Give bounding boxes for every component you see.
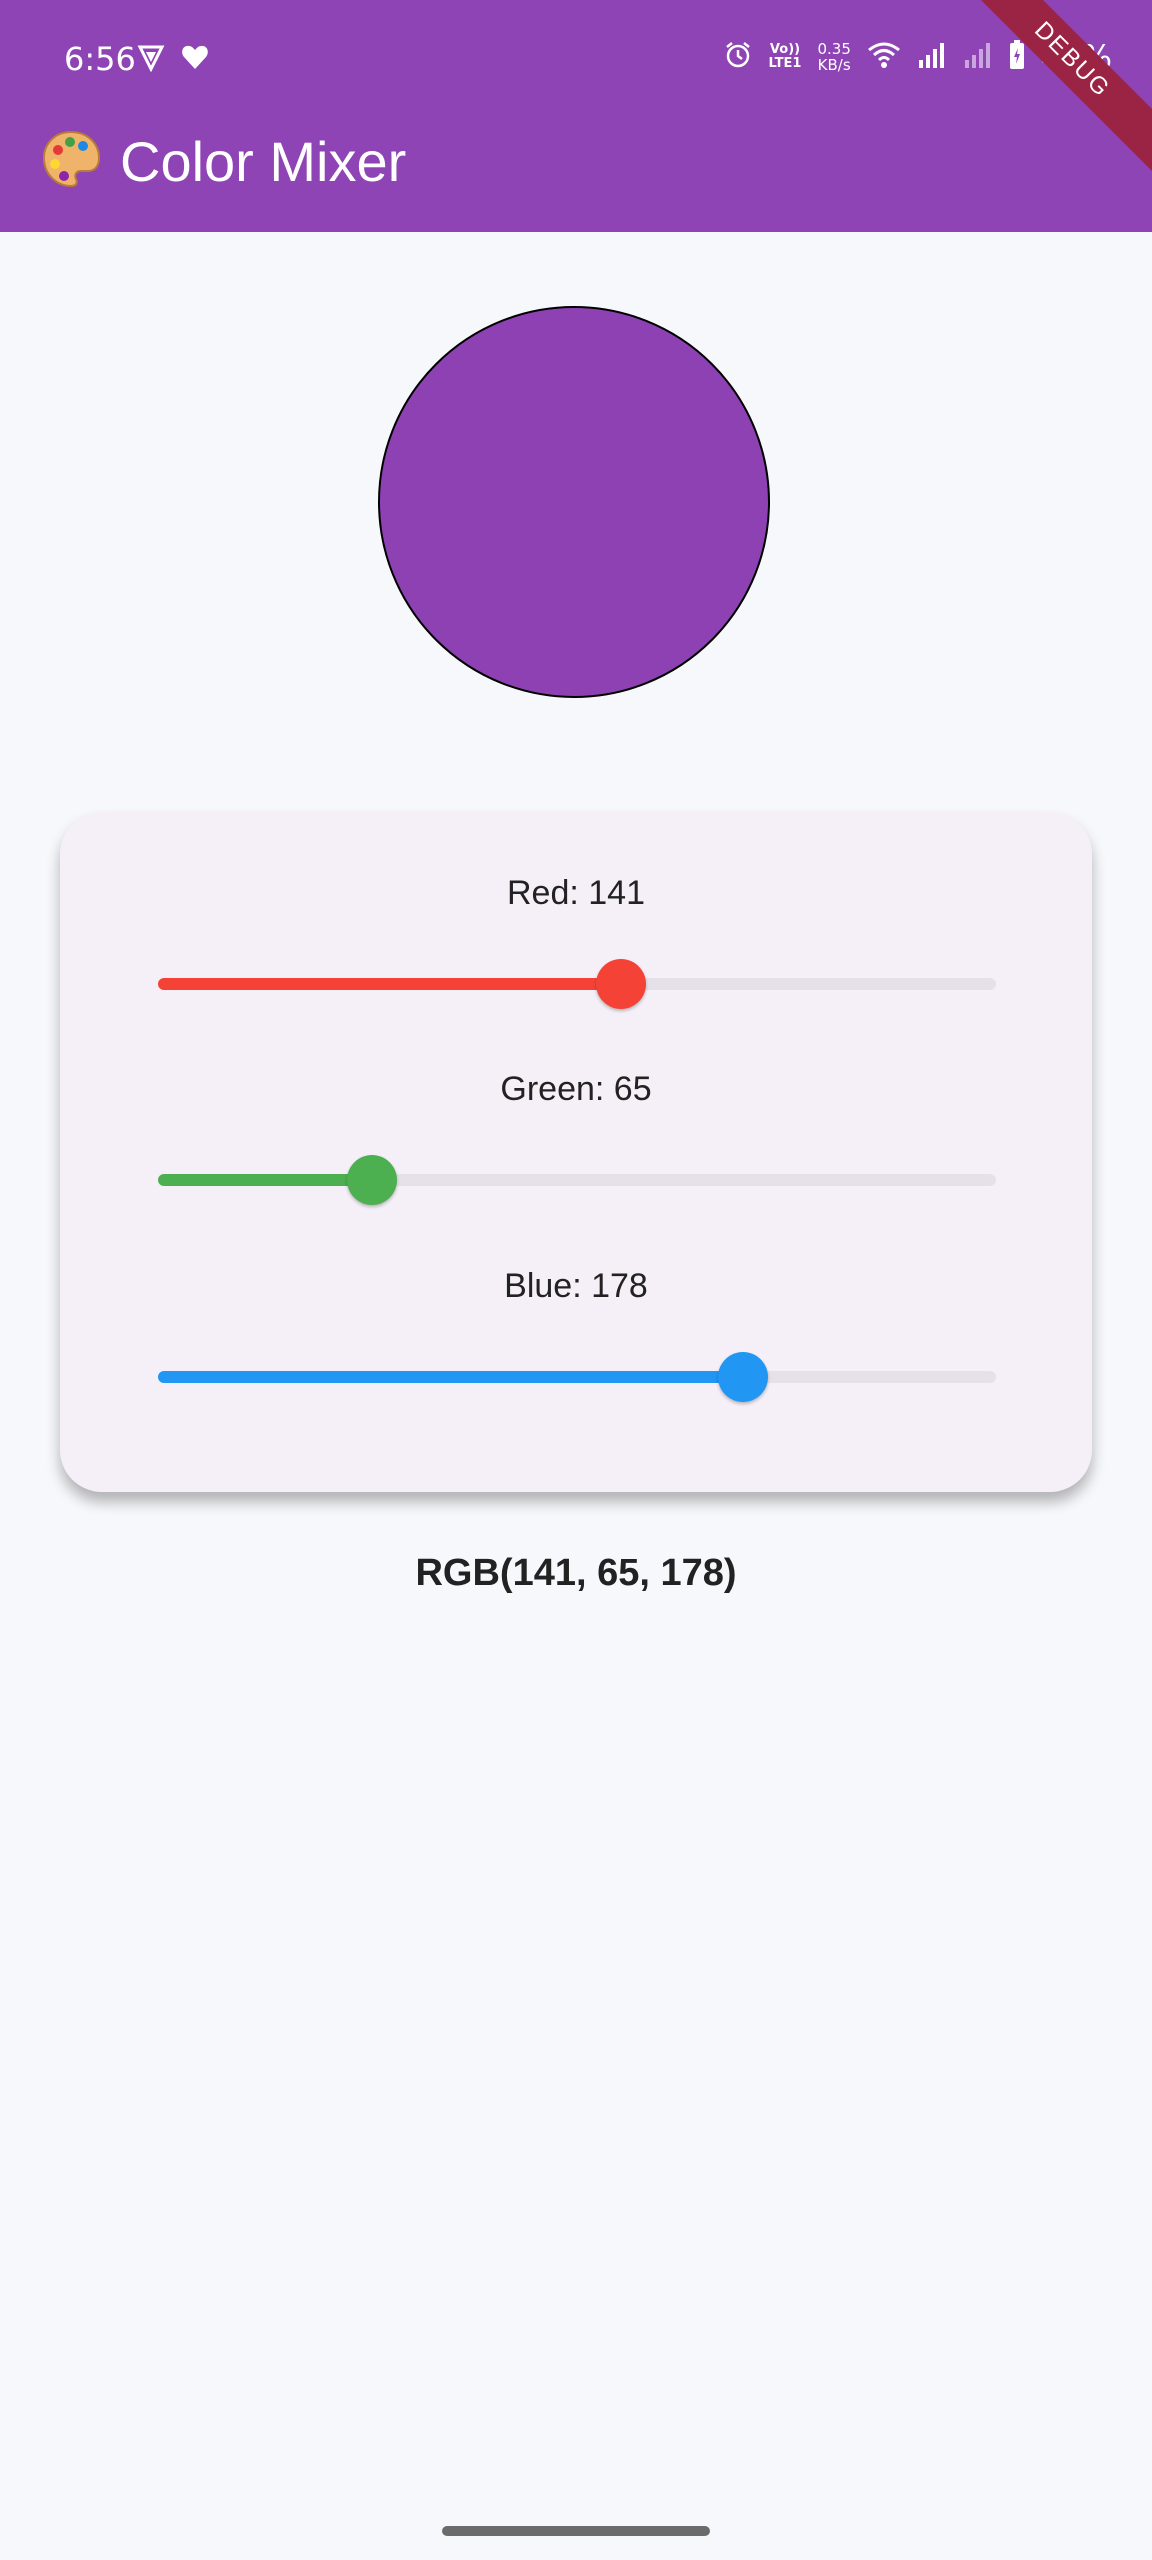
rgb-readout: RGB(141, 65, 178)	[415, 1552, 737, 1594]
heart-icon	[180, 42, 210, 76]
green-slider-label: Green: 65	[500, 1070, 652, 1108]
slider-card: Red: 141 Green: 65 Blue: 178	[60, 812, 1092, 1492]
volte-bottom-text: LTE1	[768, 56, 802, 71]
battery-icon	[1009, 40, 1025, 74]
alarm-icon	[723, 40, 753, 74]
network-speed-unit: KB/s	[817, 56, 851, 74]
green-slider-thumb[interactable]	[346, 1155, 397, 1205]
network-speed-value: 0.35	[817, 40, 851, 58]
blue-slider-thumb[interactable]	[717, 1352, 768, 1402]
vpn-shield-icon	[136, 42, 166, 76]
blue-slider[interactable]	[158, 1352, 996, 1402]
debug-banner: DEBUG	[950, 0, 1152, 182]
red-slider[interactable]	[158, 959, 996, 1009]
signal-strength-secondary-icon	[963, 40, 993, 74]
red-slider-thumb[interactable]	[596, 959, 647, 1009]
app-title: Color Mixer	[120, 129, 407, 193]
network-speed: 0.35 KB/s	[817, 41, 850, 73]
blue-slider-active-track	[158, 1371, 743, 1383]
green-slider-active-track	[158, 1174, 372, 1186]
volte-indicator: Vo)) LTE1	[769, 43, 802, 71]
home-indicator[interactable]	[442, 2526, 710, 2536]
red-slider-active-track	[158, 978, 622, 990]
palette-icon	[40, 128, 102, 194]
status-time: 6:56	[64, 40, 136, 78]
status-left-icons	[136, 42, 210, 76]
app-title-row: Color Mixer	[40, 128, 406, 194]
app-bar: 6:56 Vo)) LTE1 0.35 KB/s Color Mixer DEB…	[0, 0, 1152, 232]
green-slider[interactable]	[158, 1155, 996, 1205]
color-preview-circle	[378, 306, 770, 698]
signal-strength-icon	[917, 40, 947, 74]
volte-top-text: Vo))	[769, 42, 801, 57]
blue-slider-label: Blue: 178	[504, 1267, 648, 1305]
wifi-icon	[867, 40, 901, 74]
red-slider-label: Red: 141	[507, 874, 645, 912]
